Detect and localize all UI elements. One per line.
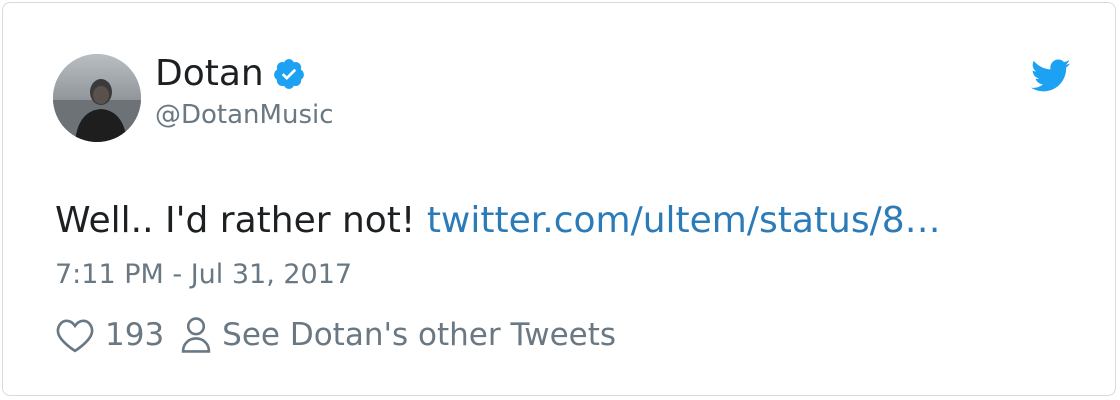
avatar[interactable]: [53, 54, 141, 142]
verified-badge-icon: [272, 57, 306, 91]
tweet-link[interactable]: twitter.com/ultem/status/8…: [427, 200, 941, 241]
heart-icon[interactable]: [55, 316, 95, 354]
avatar-photo: [53, 54, 141, 142]
other-tweets-link[interactable]: See Dotan's other Tweets: [222, 313, 616, 357]
tweet-card: Dotan @DotanMusic Well.. I'd rather not!…: [2, 2, 1116, 396]
tweet-text: Well.. I'd rather not! twitter.com/ultem…: [55, 196, 941, 246]
display-name[interactable]: Dotan: [155, 51, 264, 97]
tweet-body: Well.. I'd rather not!: [55, 200, 416, 241]
person-icon[interactable]: [180, 316, 212, 354]
like-count[interactable]: 193: [105, 313, 164, 357]
tweet-actions: 193 See Dotan's other Tweets: [55, 313, 616, 357]
author-row: Dotan: [155, 51, 306, 97]
user-handle[interactable]: @DotanMusic: [155, 99, 334, 131]
tweet-timestamp[interactable]: 7:11 PM - Jul 31, 2017: [55, 258, 352, 292]
twitter-bird-icon[interactable]: [1031, 59, 1071, 93]
